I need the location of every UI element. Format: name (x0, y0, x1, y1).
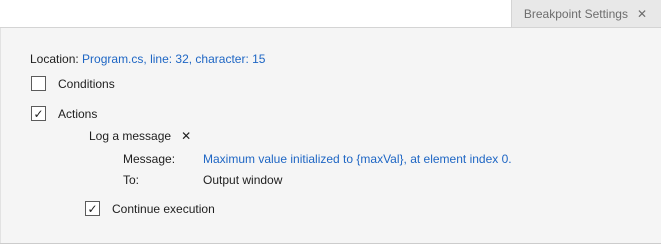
actions-label[interactable]: Actions (58, 107, 97, 121)
close-icon[interactable]: ✕ (637, 7, 647, 21)
message-value[interactable]: Maximum value initialized to {maxVal}, a… (203, 152, 512, 166)
tab-breakpoint-settings[interactable]: Breakpoint Settings ✕ (510, 0, 661, 27)
tab-bar: Breakpoint Settings ✕ (0, 0, 661, 28)
remove-action-icon[interactable]: ✕ (181, 129, 191, 143)
breakpoint-settings-window: Breakpoint Settings ✕ Location: Program.… (0, 0, 661, 244)
location-label: Location: (30, 52, 79, 66)
action-log-message: Log a message ✕ (89, 129, 191, 143)
conditions-checkbox[interactable] (31, 76, 46, 91)
message-label: Message: (123, 152, 176, 166)
tab-title: Breakpoint Settings (523, 6, 628, 21)
continue-execution-label[interactable]: Continue execution (112, 202, 215, 216)
actions-checkbox[interactable]: ✓ (31, 106, 46, 121)
conditions-label[interactable]: Conditions (58, 77, 115, 91)
to-label: To: (123, 173, 140, 187)
actions-row: ✓ Actions (31, 106, 97, 121)
settings-panel: Location: Program.cs, line: 32, characte… (0, 28, 661, 243)
action-type-label: Log a message (89, 129, 172, 143)
continue-execution-checkbox[interactable]: ✓ (85, 201, 100, 216)
location-link[interactable]: Program.cs, line: 32, character: 15 (82, 52, 265, 66)
continue-execution-row: ✓ Continue execution (85, 201, 215, 216)
location-line: Location: Program.cs, line: 32, characte… (30, 52, 265, 66)
conditions-row: Conditions (31, 76, 115, 91)
checkmark-icon: ✓ (33, 106, 44, 121)
checkmark-icon: ✓ (87, 201, 98, 216)
to-value[interactable]: Output window (203, 173, 282, 187)
